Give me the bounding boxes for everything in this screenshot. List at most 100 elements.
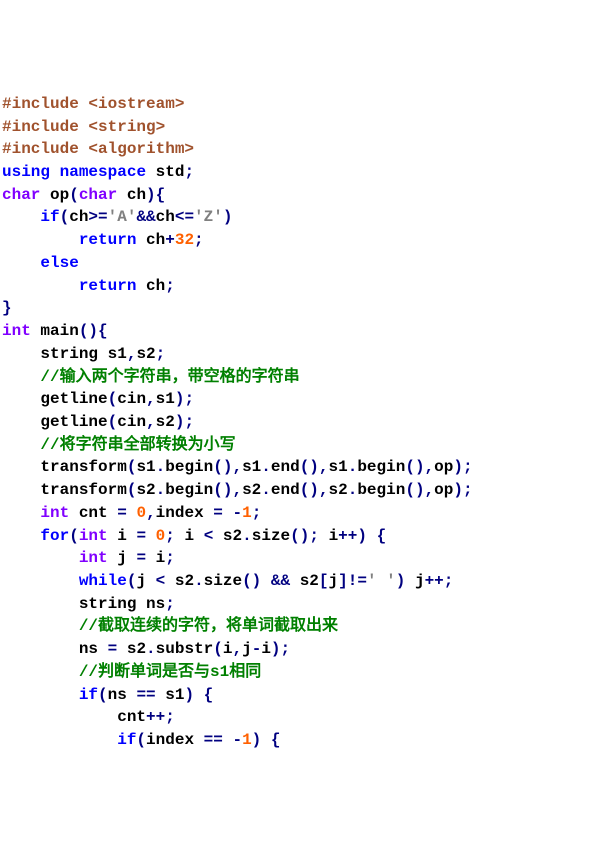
code-line: string s1,s2; [2,343,593,366]
code-line: if(ch>='A'&&ch<='Z') [2,206,593,229]
code-token: = [108,640,118,658]
code-token: ; [184,163,194,181]
code-token [2,481,40,499]
code-token: () [213,458,232,476]
code-token [2,617,79,635]
code-token [156,686,166,704]
code-line: string ns; [2,593,593,616]
code-token: . [261,481,271,499]
code-token: - [233,504,243,522]
code-token: cin [117,390,146,408]
code-token [2,731,117,749]
code-token: return [79,231,137,249]
code-token: s2 [136,345,155,363]
code-token: std [156,163,185,181]
code-token: ( [98,686,108,704]
code-line: getline(cin,s1); [2,388,593,411]
code-token: s2 [136,481,155,499]
code-token: cnt [79,504,117,522]
code-token [2,527,40,545]
code-token: ; [463,481,473,499]
code-token: , [425,458,435,476]
code-token: 'Z' [194,208,223,226]
code-token: ' ' [367,572,396,590]
code-token [127,504,137,522]
code-token: >= [88,208,107,226]
code-token: { [377,527,387,545]
code-token [367,527,377,545]
code-token: namespace [60,163,146,181]
code-token: s1 [165,686,184,704]
code-token: { [156,186,166,204]
code-token: 32 [175,231,194,249]
code-token: s2 [156,413,175,431]
code-token [146,549,156,567]
code-token: ; [184,390,194,408]
code-token: op [434,481,453,499]
code-line: } [2,297,593,320]
code-token: ns [79,640,108,658]
code-token [2,663,79,681]
code-token: ( [136,731,146,749]
code-token: ) [184,686,194,704]
code-token: ( [60,208,70,226]
code-token [2,708,117,726]
code-token: . [348,458,358,476]
code-token: i [261,640,271,658]
code-token: s2 [175,572,194,590]
code-token: //将字符串全部转换为小写 [40,436,235,454]
code-token: = [213,504,223,522]
code-token: begin [165,458,213,476]
code-token: ) [357,527,367,545]
code-token [136,231,146,249]
code-token: if [40,208,59,226]
code-line: //将字符串全部转换为小写 [2,434,593,457]
code-token: //输入两个字符串，带空格的字符串 [40,368,299,386]
code-token: . [348,481,358,499]
code-line: getline(cin,s2); [2,411,593,434]
code-token: begin [357,481,405,499]
code-token: . [146,640,156,658]
code-token: - [252,640,262,658]
code-token: string s1 [40,345,126,363]
code-line: //截取连续的字符，将单词截取出来 [2,615,593,638]
code-token: return [79,277,137,295]
code-token: } [2,299,12,317]
code-token [146,527,156,545]
code-token: ; [281,640,291,658]
code-token: index [156,504,214,522]
code-token: i [329,527,339,545]
code-token: j [415,572,425,590]
code-line: int main(){ [2,320,593,343]
code-token: #include <string> [2,118,165,136]
code-token: ) [252,731,262,749]
code-token: () [213,481,232,499]
code-token: . [261,458,271,476]
code-token: ) [396,572,406,590]
code-token: ++; [425,572,454,590]
code-token: s1 [136,458,155,476]
code-token: [ [319,572,329,590]
code-token [223,504,233,522]
code-token: s2 [329,481,348,499]
code-line: if(ns == s1) { [2,684,593,707]
code-token: i [117,527,136,545]
code-token: end [271,481,300,499]
code-token [108,549,118,567]
code-token [2,413,40,431]
code-token: s1 [329,458,348,476]
code-token: if [79,686,98,704]
code-token: size [252,527,290,545]
code-token: ; [309,527,319,545]
code-token [2,368,40,386]
code-token: s1 [156,390,175,408]
code-line: if(index == -1) { [2,729,593,752]
code-token: < [204,527,214,545]
code-token: j [117,549,136,567]
code-token: && [271,572,290,590]
code-token: ns [108,686,137,704]
code-token [40,186,50,204]
code-token [117,186,127,204]
code-token: string ns [79,595,165,613]
code-token: ; [252,504,262,522]
